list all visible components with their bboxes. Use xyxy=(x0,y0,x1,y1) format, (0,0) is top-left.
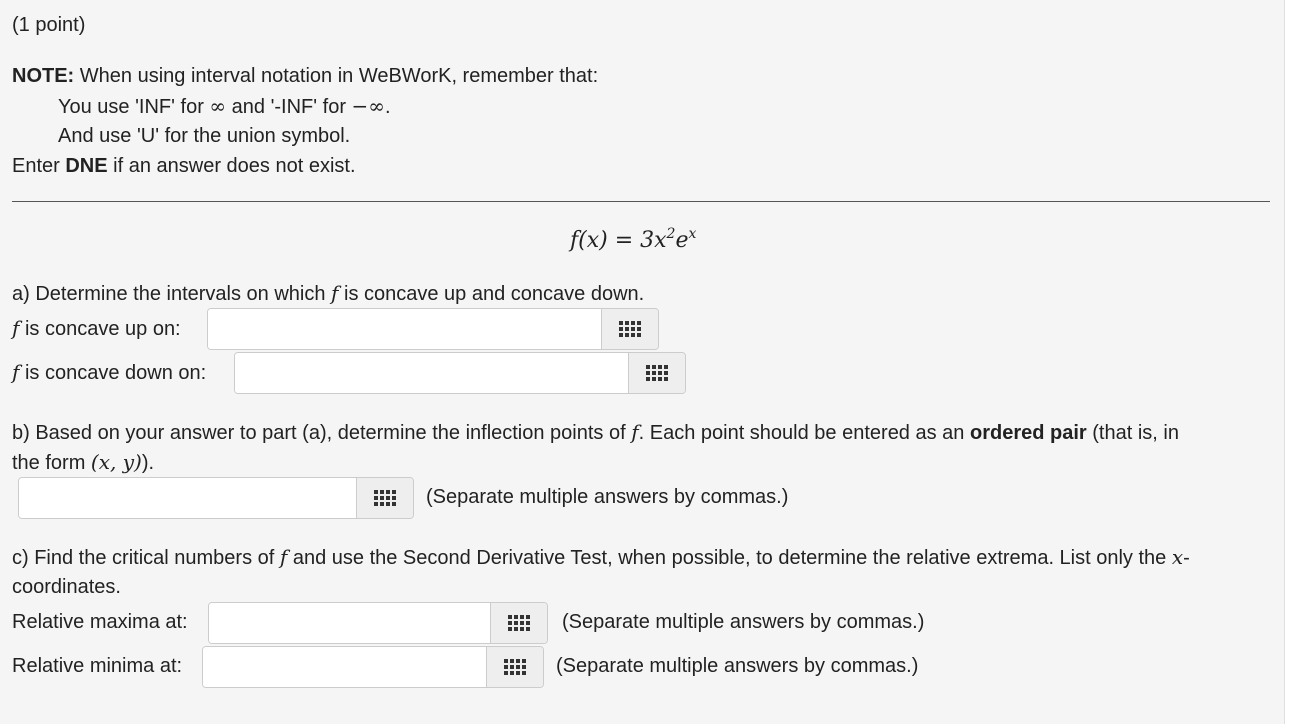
concave-down-input[interactable] xyxy=(235,353,628,393)
note-dne-line: Enter DNE if an answer does not exist. xyxy=(12,155,356,177)
relative-minima-input[interactable] xyxy=(203,647,486,687)
part-b-prompt-line2: the form (x, y)). xyxy=(12,450,155,474)
equation-editor-grid-icon xyxy=(374,490,396,506)
relative-maxima-field xyxy=(208,602,548,644)
minima-hint: (Separate multiple answers by commas.) xyxy=(556,655,919,677)
concave-down-equation-editor-button[interactable] xyxy=(628,353,685,393)
maxima-equation-editor-button[interactable] xyxy=(490,603,547,643)
note-union-line: And use 'U' for the union symbol. xyxy=(58,125,351,147)
equation-editor-grid-icon xyxy=(504,659,526,675)
concave-up-input[interactable] xyxy=(208,309,601,349)
relative-minima-label: Relative minima at: xyxy=(12,655,183,677)
section-divider xyxy=(12,201,1270,202)
relative-maxima-input[interactable] xyxy=(209,603,490,643)
note-infinity-line: You use 'INF' for ∞ and '-INF' for −∞. xyxy=(58,94,391,118)
inflection-hint: (Separate multiple answers by commas.) xyxy=(426,486,789,508)
concave-up-equation-editor-button[interactable] xyxy=(601,309,658,349)
ordered-pair-term: ordered pair xyxy=(969,422,1087,444)
part-a-prompt: a) Determine the intervals on which f is… xyxy=(12,281,645,305)
concave-down-label: f is concave down on: xyxy=(12,360,207,384)
infinity-symbol: ∞ xyxy=(209,94,227,118)
function-definition: f(x) = 3x2ex xyxy=(570,226,697,253)
inflection-points-input[interactable] xyxy=(19,478,356,518)
equation-editor-grid-icon xyxy=(646,365,668,381)
dne-keyword: DNE xyxy=(65,155,108,177)
concave-up-label: f is concave up on: xyxy=(12,316,181,340)
minima-equation-editor-button[interactable] xyxy=(486,647,543,687)
relative-minima-field xyxy=(202,646,544,688)
neg-infinity-symbol: −∞ xyxy=(351,94,385,118)
concave-up-field xyxy=(207,308,659,350)
concave-down-field xyxy=(234,352,686,394)
inflection-points-field xyxy=(18,477,414,519)
note-intro: NOTE: When using interval notation in We… xyxy=(12,65,599,87)
part-c-prompt-line2: coordinates. xyxy=(12,576,121,598)
part-b-prompt: b) Based on your answer to part (a), det… xyxy=(12,420,1179,444)
inflection-equation-editor-button[interactable] xyxy=(356,478,413,518)
points-label: (1 point) xyxy=(12,14,86,36)
relative-maxima-label: Relative maxima at: xyxy=(12,611,188,633)
part-c-prompt: c) Find the critical numbers of f and us… xyxy=(12,545,1190,569)
maxima-hint: (Separate multiple answers by commas.) xyxy=(562,611,925,633)
equation-editor-grid-icon xyxy=(619,321,641,337)
note-heading: NOTE: xyxy=(12,65,75,87)
equation-editor-grid-icon xyxy=(508,615,530,631)
problem-panel: (1 point) NOTE: When using interval nota… xyxy=(0,0,1285,724)
